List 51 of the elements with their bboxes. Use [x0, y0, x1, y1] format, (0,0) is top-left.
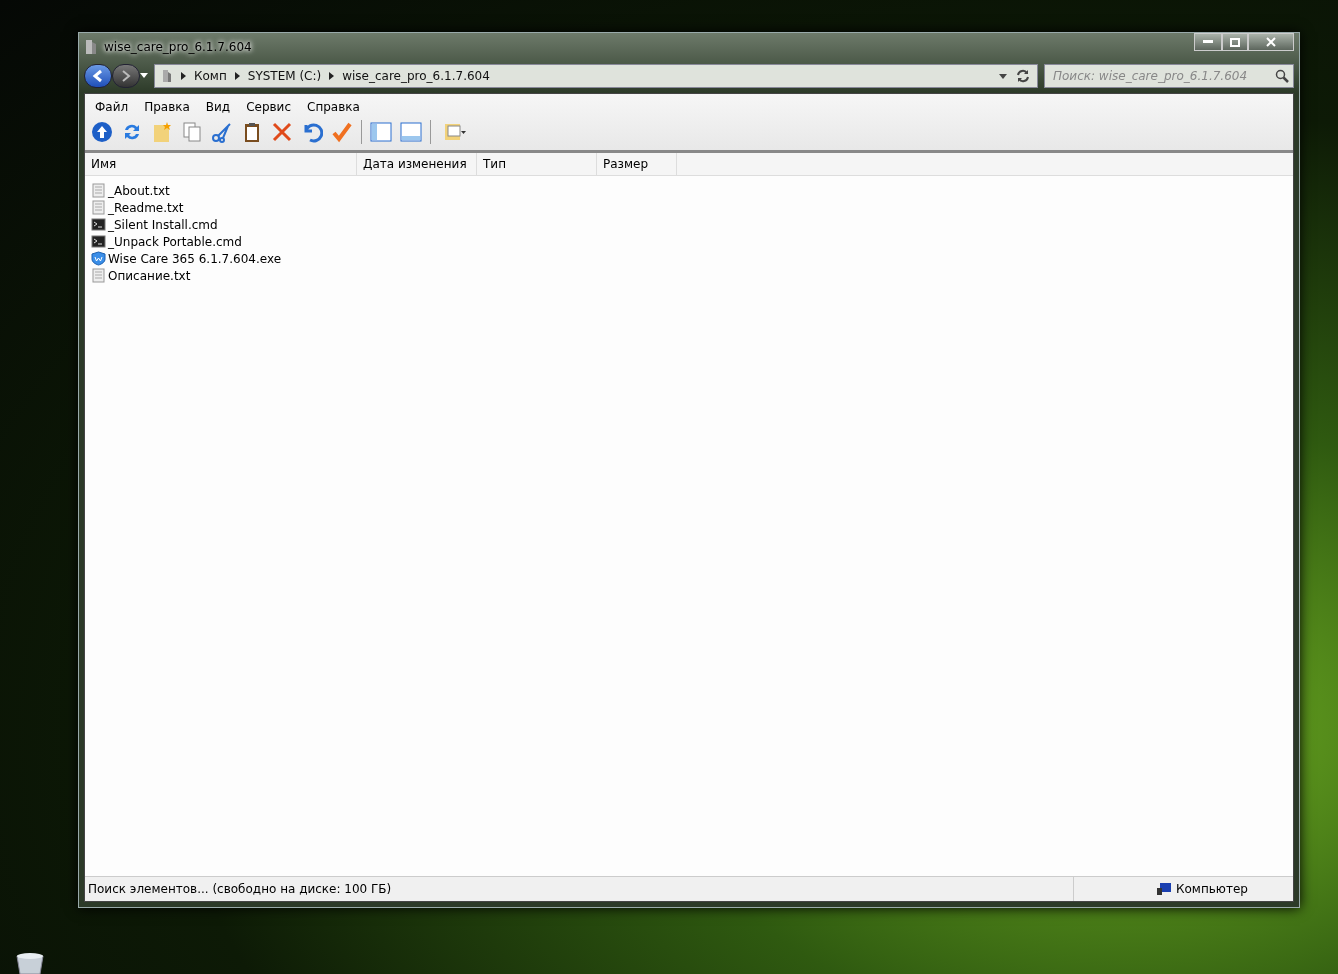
maximize-button[interactable]	[1222, 33, 1248, 51]
back-button[interactable]	[84, 64, 112, 88]
window-title: wise_care_pro_6.1.7.604	[104, 40, 252, 54]
shield-icon	[91, 251, 106, 266]
delete-icon[interactable]	[271, 121, 293, 143]
close-button[interactable]	[1248, 33, 1294, 51]
breadcrumb-arrow-icon[interactable]	[181, 72, 186, 80]
breadcrumb[interactable]: SYSTEM (C:)	[247, 69, 322, 83]
menu-item[interactable]: Справка	[307, 100, 360, 114]
column-header[interactable]: Дата изменения	[357, 153, 477, 175]
menu-item[interactable]: Сервис	[246, 100, 291, 114]
file-name[interactable]: _About.txt	[108, 183, 170, 198]
column-header[interactable]: Тип	[477, 153, 597, 175]
text-file-icon	[91, 200, 106, 215]
status-text: Поиск элементов... (свободно на диске: 100 ГБ)	[87, 882, 393, 896]
zone-text: Компьютер	[1176, 882, 1248, 896]
search-field[interactable]: Поиск: wise_care_pro_6.1.7.604	[1044, 64, 1294, 88]
check-icon[interactable]	[331, 121, 353, 143]
forward-button[interactable]	[112, 64, 140, 88]
recycle-bin-icon[interactable]	[14, 952, 46, 974]
breadcrumb-arrow-icon[interactable]	[329, 72, 335, 80]
console-icon	[91, 234, 106, 249]
console-icon	[91, 217, 106, 232]
column-header[interactable]: Имя	[85, 153, 357, 175]
dropdown-caret-icon[interactable]	[140, 73, 148, 79]
folder-icon	[84, 39, 98, 55]
file-name[interactable]: _Unpack Portable.cmd	[108, 234, 242, 249]
maximize-icon	[1230, 37, 1240, 47]
dropdown-caret-icon[interactable]	[999, 73, 1007, 79]
address-bar[interactable]: Комп SYSTEM (C:) wise_care_pro_6.1.7.604	[154, 64, 1038, 88]
menu-item[interactable]: Вид	[205, 100, 231, 114]
minimize-button[interactable]	[1194, 33, 1222, 51]
close-icon	[1266, 37, 1276, 47]
computer-icon	[1156, 882, 1172, 896]
file-name[interactable]: _Silent Install.cmd	[108, 217, 218, 232]
menu-item[interactable]: Файл	[95, 100, 129, 114]
scissors-icon[interactable]	[211, 121, 233, 143]
breadcrumb[interactable]: wise_care_pro_6.1.7.604	[342, 69, 490, 83]
breadcrumb-arrow-icon[interactable]	[234, 72, 240, 80]
text-file-icon	[91, 268, 106, 283]
refresh-icon[interactable]	[1015, 68, 1031, 84]
breadcrumb[interactable]: Комп	[194, 69, 227, 83]
folder-icon	[161, 69, 173, 83]
file-name[interactable]: Описание.txt	[108, 268, 191, 283]
menu-item[interactable]: Правка	[144, 100, 190, 114]
search-icon[interactable]	[1275, 69, 1289, 83]
file-name[interactable]: Wise Care 365 6.1.7.604.exe	[108, 251, 282, 266]
minimize-icon	[1203, 40, 1213, 44]
file-name[interactable]: _Readme.txt	[108, 200, 184, 215]
text-file-icon	[91, 183, 106, 198]
column-header[interactable]: Размер	[597, 153, 677, 175]
